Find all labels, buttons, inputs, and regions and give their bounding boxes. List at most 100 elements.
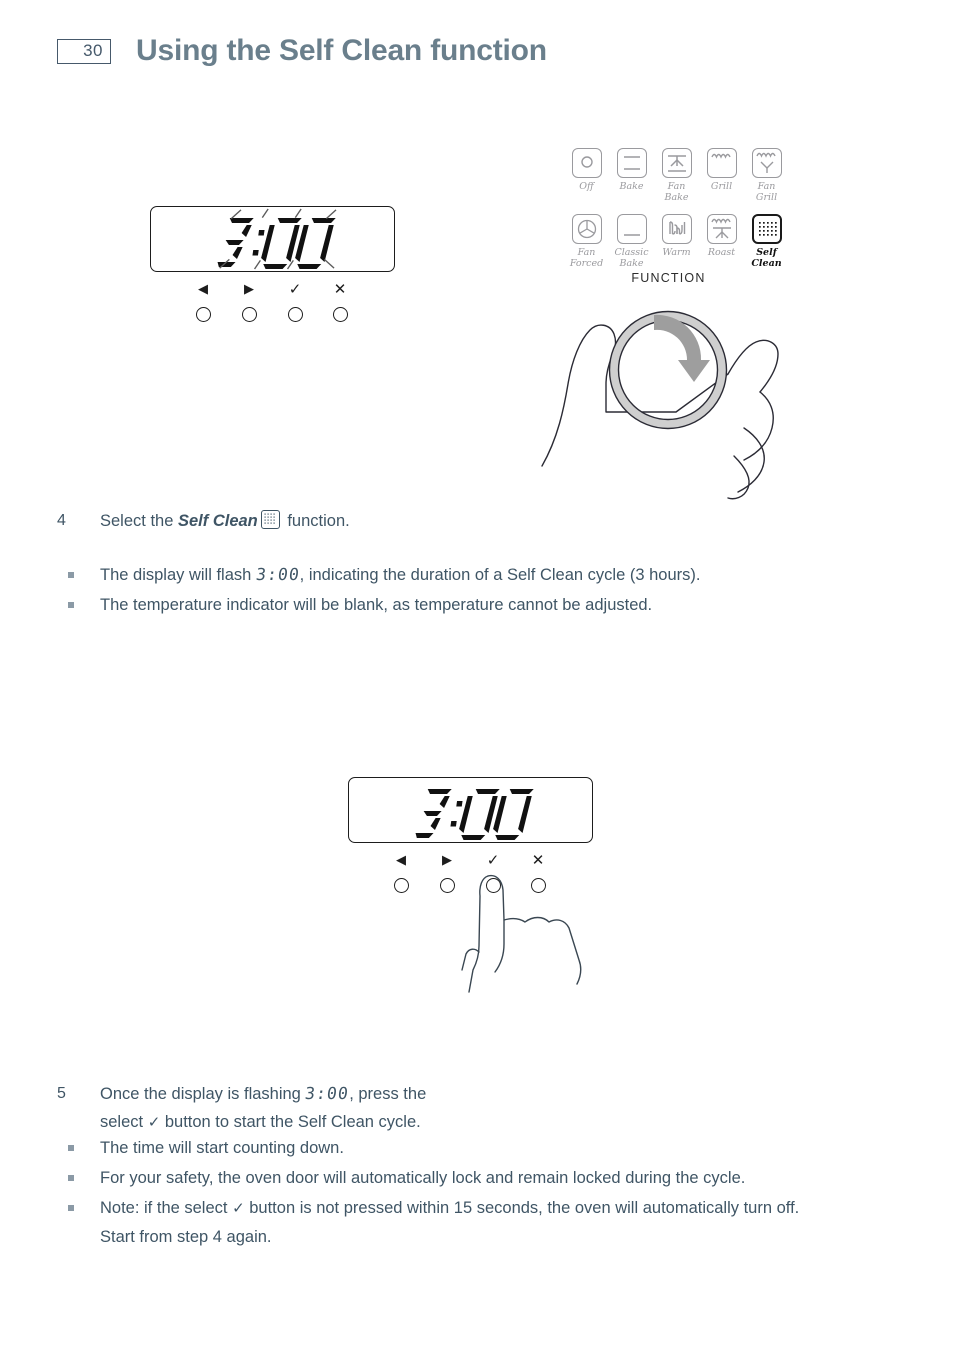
close-icon: ✕ (531, 852, 545, 869)
right-arrow-icon: ▶ (442, 852, 452, 867)
close-icon: ✕ (333, 281, 347, 298)
step-4: 4 Select the Self Clean function. (57, 507, 817, 535)
function-label: Self Clean (751, 247, 782, 269)
function-option-bake[interactable]: Bake (611, 148, 652, 203)
function-option-fan-forced[interactable]: Fan Forced (566, 214, 607, 269)
step-4-text: Select the Self Clean function. (100, 510, 350, 530)
step-5-text: Once the display is flashing 3:00, press… (100, 1080, 426, 1137)
bullet-marker (57, 591, 100, 619)
function-option-classic-bake[interactable]: Classic Bake (611, 214, 652, 269)
function-dial-caption: FUNCTION (631, 271, 706, 285)
step-5-line: 5 Once the display is flashing 3:00, pre… (57, 1080, 907, 1137)
check-icon: ✓ (232, 1200, 245, 1217)
function-label: Fan Grill (755, 181, 778, 203)
left-arrow-icon: ◀ (198, 281, 208, 296)
button-dot[interactable] (287, 307, 303, 322)
fan-bake-icon (661, 148, 692, 178)
digit-0-b (493, 789, 534, 840)
bullet-text: The display will flash 3:00, indicating … (100, 561, 857, 589)
bullet-item: The time will start counting down. (57, 1134, 917, 1162)
function-option-self-clean[interactable]: Self Clean (746, 214, 787, 269)
digit-0-a (459, 789, 500, 840)
function-option-off[interactable]: Off (566, 148, 607, 203)
function-icon-grid: Off Bake Fan Bake Grill Fan Grill Fan Fo… (566, 148, 791, 269)
function-option-warm[interactable]: Warm (656, 214, 697, 269)
button-dot[interactable] (195, 307, 211, 322)
bullet-item: For your safety, the oven door will auto… (57, 1164, 917, 1192)
seven-segment-3-00 (217, 218, 336, 269)
function-label: Fan Bake (664, 181, 689, 203)
left-arrow-button[interactable]: ◀ (192, 282, 214, 322)
fan-forced-icon (571, 214, 602, 244)
check-icon: ✓ (486, 852, 500, 869)
check-icon: ✓ (147, 1114, 161, 1131)
button-dot[interactable] (241, 307, 257, 322)
bullet-marker (57, 1134, 100, 1162)
page-header: 30 Using the Self Clean function (57, 34, 547, 68)
function-label: Grill (710, 181, 733, 192)
self-clean-icon-inline (260, 510, 280, 529)
digit-0-a (261, 218, 302, 269)
function-row-1: Off Bake Fan Bake Grill Fan Grill (566, 148, 791, 203)
display-value-steady (349, 777, 592, 843)
button-dot[interactable] (393, 878, 409, 893)
function-label: Fan Forced (569, 247, 604, 269)
display-panel (348, 777, 593, 843)
segment-value: 3:00 (254, 565, 301, 584)
segment-value: 3:00 (304, 1084, 351, 1103)
button-dot[interactable] (332, 307, 348, 322)
function-label: Classic Bake (614, 247, 649, 269)
manual-page: 30 Using the Self Clean function ◀ ▶ ✓ ✕… (0, 0, 954, 1354)
self-clean-emphasis: Self Clean (177, 512, 258, 530)
step-number: 4 (57, 512, 66, 529)
bake-icon (616, 148, 647, 178)
bullet-text: Note: if the select ✓ button is not pres… (100, 1199, 800, 1246)
bullet-item: The display will flash 3:00, indicating … (57, 561, 857, 589)
hand-turning-knob-illustration (528, 288, 800, 510)
colon (450, 801, 463, 827)
function-option-grill[interactable]: Grill (701, 148, 742, 203)
display-value-flashing (151, 206, 394, 272)
check-icon: ✓ (288, 281, 302, 298)
step-4-bullets: The display will flash 3:00, indicating … (57, 561, 857, 621)
colon (252, 230, 265, 256)
page-number-box: 30 (57, 38, 111, 64)
page-title: Using the Self Clean function (136, 34, 547, 67)
bullet-item: The temperature indicator will be blank,… (57, 591, 857, 619)
function-option-fan-bake[interactable]: Fan Bake (656, 148, 697, 203)
digit-3 (217, 218, 254, 267)
step-number: 5 (57, 1085, 66, 1102)
function-option-roast[interactable]: Roast (701, 214, 742, 269)
display-button-row: ◀ ▶ ✓ ✕ (150, 282, 395, 332)
bullet-marker (57, 1194, 100, 1251)
function-label: Off (579, 181, 594, 192)
self-clean-icon (751, 214, 782, 244)
circle-icon (571, 148, 602, 178)
step-5-bullets: The time will start counting down. For y… (57, 1134, 917, 1253)
right-arrow-button[interactable]: ▶ (238, 282, 260, 322)
seven-segment-3-00 (415, 789, 534, 840)
digit-0-b (295, 218, 336, 269)
cancel-button[interactable]: ✕ (329, 282, 351, 322)
button-dot[interactable] (439, 878, 455, 893)
warm-icon (661, 214, 692, 244)
step-4-line: 4 Select the Self Clean function. (57, 507, 817, 535)
left-arrow-button[interactable]: ◀ (390, 853, 412, 893)
oven-display-flashing: ◀ ▶ ✓ ✕ (150, 206, 395, 322)
function-label: Bake (619, 181, 644, 192)
digit-3 (415, 789, 452, 838)
function-label: Warm (662, 247, 691, 258)
function-label: Roast (707, 247, 736, 258)
bullet-marker (57, 561, 100, 589)
display-panel (150, 206, 395, 272)
bullet-text: The time will start counting down. (100, 1139, 344, 1157)
right-arrow-icon: ▶ (244, 281, 254, 296)
oven-display-steady: ◀ ▶ ✓ ✕ (348, 777, 593, 893)
function-row-2: Fan Forced Classic Bake Warm Roast Self … (566, 214, 791, 269)
select-button[interactable]: ✓ (284, 282, 306, 322)
grill-icon (706, 148, 737, 178)
fan-grill-icon (751, 148, 782, 178)
bullet-marker (57, 1164, 100, 1192)
function-option-fan-grill[interactable]: Fan Grill (746, 148, 787, 203)
step-5: 5 Once the display is flashing 3:00, pre… (57, 1080, 907, 1137)
